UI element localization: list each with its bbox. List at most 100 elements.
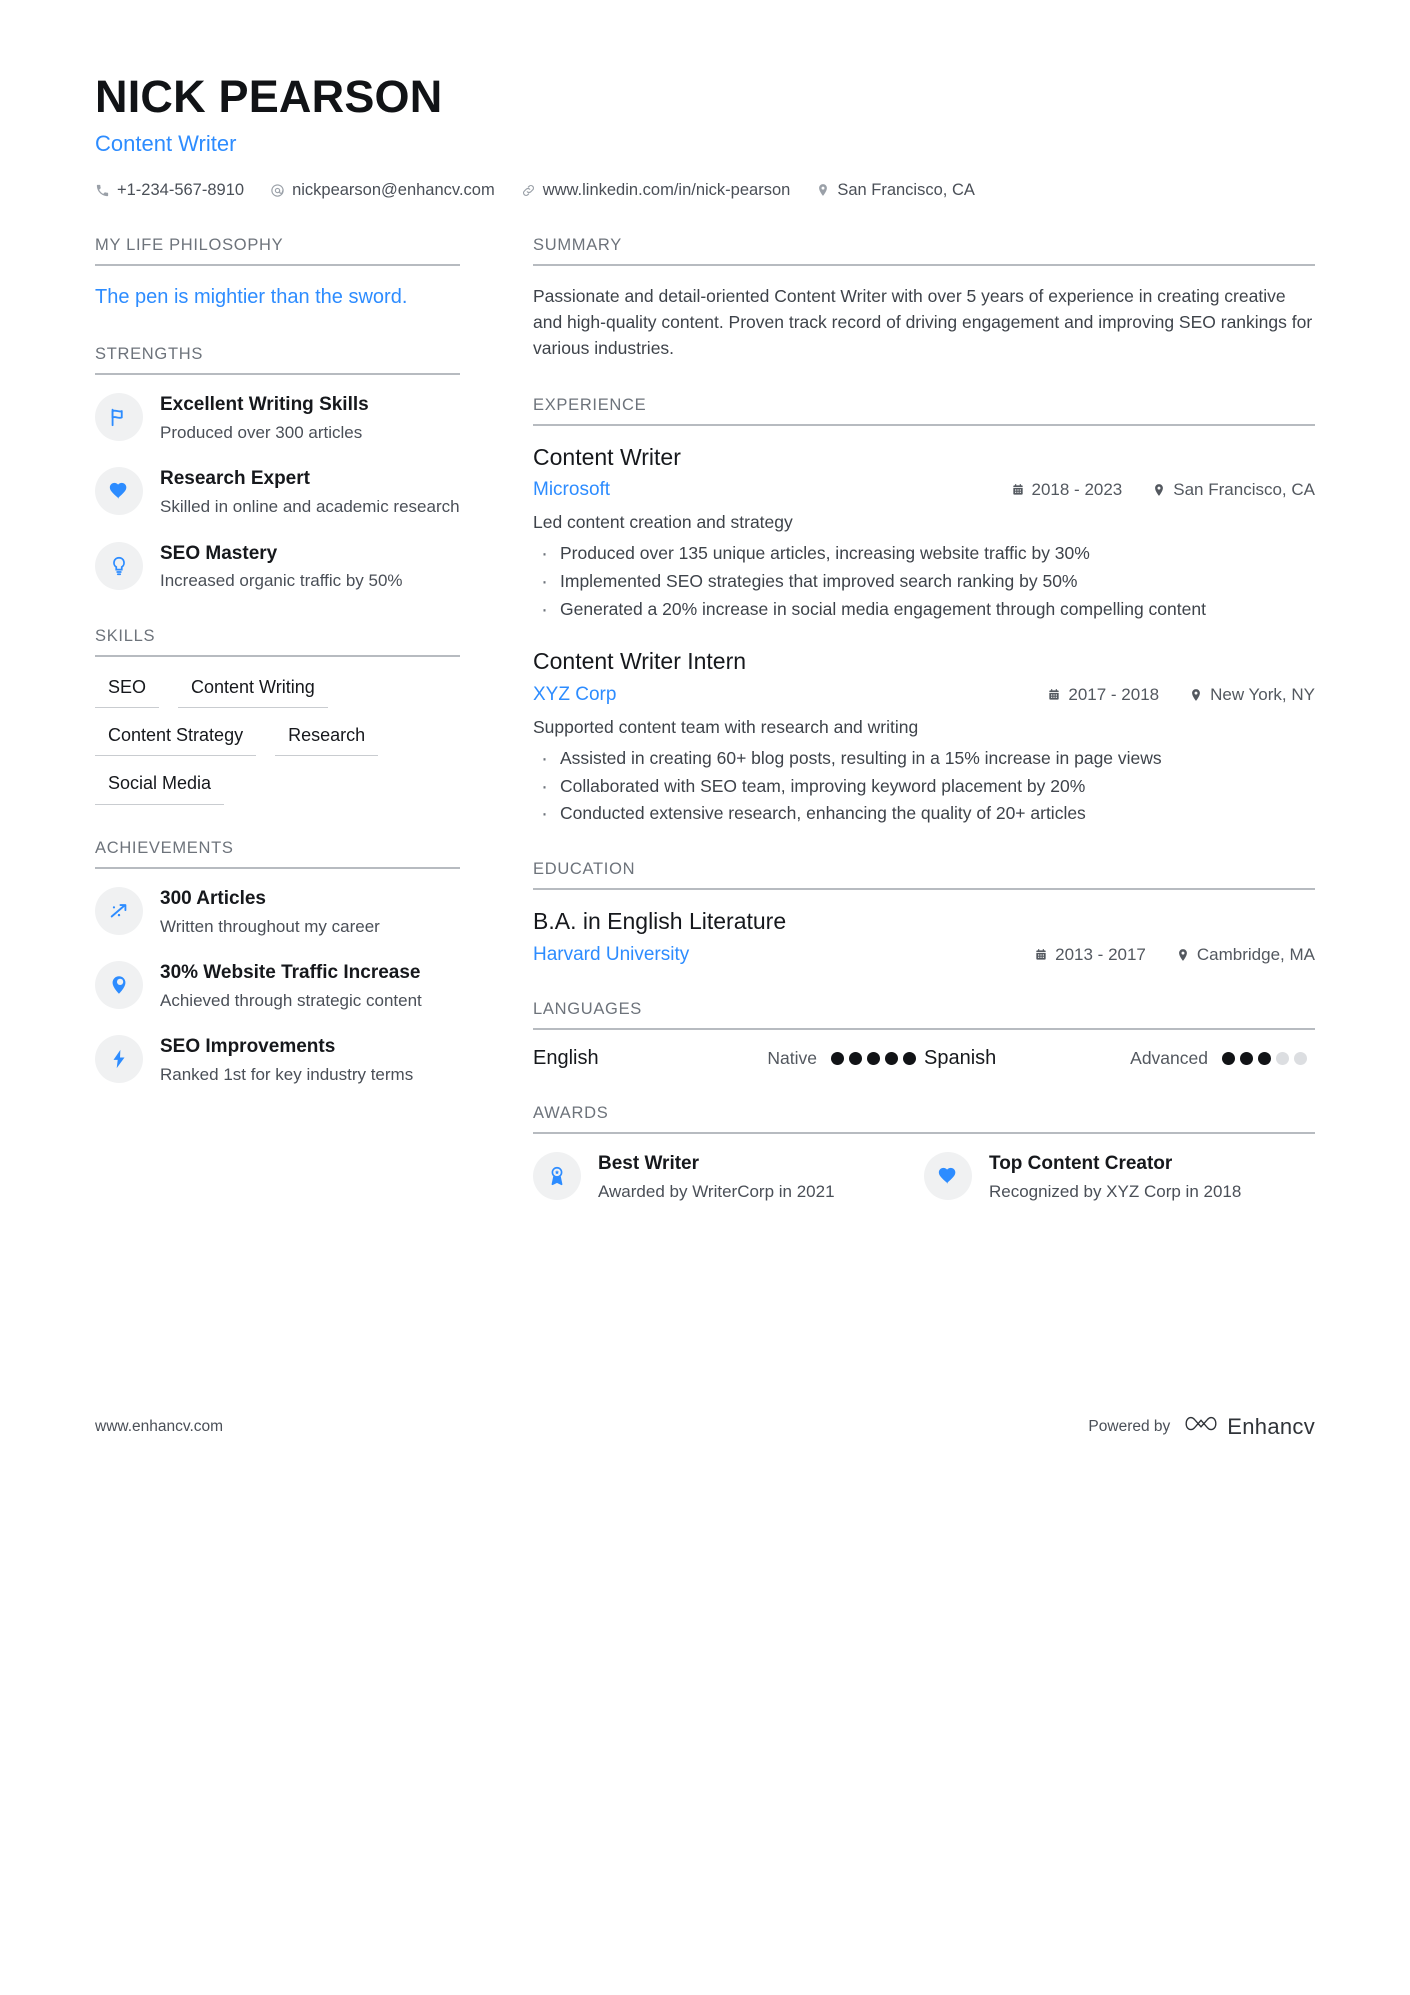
skill-tag: Content Strategy (95, 722, 257, 757)
strength-desc: Increased organic traffic by 50% (160, 571, 403, 591)
job-title: Content Writer (95, 130, 237, 156)
strength-item: SEO Mastery Increased organic traffic by… (95, 541, 460, 593)
education-location: Cambridge, MA (1176, 945, 1315, 965)
experience-location-text: San Francisco, CA (1173, 480, 1315, 500)
skill-tag: Social Media (95, 770, 225, 805)
award-item: Best Writer Awarded by WriterCorp in 202… (533, 1151, 924, 1203)
section-experience: EXPERIENCE Content Writer Microsoft 2018… (533, 396, 1315, 829)
page-title: NICK PEARSON (95, 71, 443, 122)
map-pin-icon (95, 961, 143, 1010)
section-skills: SKILLS SEO Content Writing Content Strat… (95, 627, 460, 805)
experience-location-text: New York, NY (1210, 685, 1315, 705)
education-entry: B.A. in English Literature Harvard Unive… (533, 907, 1315, 966)
language-item: English Native (533, 1047, 924, 1070)
achievement-desc: Achieved through strategic content (160, 990, 422, 1010)
award-item: Top Content Creator Recognized by XYZ Co… (924, 1151, 1315, 1203)
enhancv-wordmark: Enhancv (1227, 1413, 1315, 1439)
rating-dot (867, 1051, 880, 1065)
experience-summary: Supported content team with research and… (533, 717, 919, 738)
experience-company[interactable]: Microsoft (533, 479, 610, 501)
experience-entry: Content Writer Microsoft 2018 - 2023 San… (533, 443, 1315, 625)
bullet-item: Conducted extensive research, enhancing … (533, 799, 1315, 829)
language-item: Spanish Advanced (924, 1047, 1315, 1070)
education-dates: 2013 - 2017 (1034, 945, 1146, 965)
ribbon-icon (533, 1151, 581, 1200)
rating-dot (1240, 1051, 1253, 1065)
bullet-item: Implemented SEO strategies that improved… (533, 567, 1315, 597)
section-awards: AWARDS Best Writer Awarded by WriterCorp… (533, 1104, 1315, 1203)
achievement-title: 300 Articles (160, 887, 266, 909)
section-title-philosophy: MY LIFE PHILOSOPHY (95, 236, 460, 266)
section-languages: LANGUAGES English Native Spanish Advance… (533, 1000, 1315, 1070)
location-icon (1152, 483, 1166, 497)
powered-by: Powered by Enhancv (1088, 1413, 1315, 1440)
section-title-awards: AWARDS (533, 1104, 1315, 1134)
strength-desc: Produced over 300 articles (160, 422, 363, 442)
bullet-item: Collaborated with SEO team, improving ke… (533, 772, 1315, 802)
education-location-text: Cambridge, MA (1196, 944, 1315, 964)
award-desc: Awarded by WriterCorp in 2021 (598, 1181, 835, 1201)
skills-list: SEO Content Writing Content Strategy Res… (95, 674, 460, 805)
calendar-icon (1034, 948, 1048, 962)
experience-entry: Content Writer Intern XYZ Corp 2017 - 20… (533, 647, 1315, 829)
email-icon (270, 183, 285, 198)
experience-summary: Led content creation and strategy (533, 512, 793, 533)
link-icon (521, 183, 536, 198)
experience-company[interactable]: XYZ Corp (533, 684, 616, 706)
rating-dot (1222, 1051, 1235, 1065)
contact-phone[interactable]: +1-234-567-8910 (95, 181, 244, 200)
contact-row: +1-234-567-8910 nickpearson@enhancv.com … (95, 181, 1315, 200)
trend-up-icon (95, 886, 143, 935)
language-rating-dots (831, 1051, 916, 1065)
skill-tag: SEO (95, 674, 160, 709)
achievement-title: 30% Website Traffic Increase (160, 962, 421, 984)
experience-bullets: Produced over 135 unique articles, incre… (533, 539, 1315, 625)
strength-title: SEO Mastery (160, 542, 278, 564)
section-title-skills: SKILLS (95, 627, 460, 657)
language-rating-dots (1222, 1051, 1307, 1065)
strength-title: Excellent Writing Skills (160, 394, 369, 416)
award-title: Top Content Creator (989, 1152, 1173, 1174)
language-level: Native (767, 1047, 817, 1068)
contact-email[interactable]: nickpearson@enhancv.com (270, 181, 495, 200)
location-icon (1189, 688, 1203, 702)
experience-dates: 2017 - 2018 (1047, 685, 1159, 705)
language-name: English (533, 1046, 599, 1069)
bullet-item: Produced over 135 unique articles, incre… (533, 539, 1315, 569)
section-achievements: ACHIEVEMENTS 300 Articles Written throug… (95, 839, 460, 1086)
experience-dates-text: 2018 - 2023 (1031, 480, 1123, 500)
rating-dot (1276, 1051, 1289, 1065)
award-desc: Recognized by XYZ Corp in 2018 (989, 1181, 1242, 1201)
left-column: MY LIFE PHILOSOPHY The pen is mightier t… (95, 236, 460, 1120)
skill-tag: Content Writing (178, 674, 328, 709)
bullet-item: Assisted in creating 60+ blog posts, res… (533, 744, 1315, 774)
achievement-item: 30% Website Traffic Increase Achieved th… (95, 960, 460, 1012)
resume-page: NICK PEARSON Content Writer +1-234-567-8… (0, 0, 1410, 1995)
experience-role: Content Writer Intern (533, 648, 747, 675)
rating-dot (831, 1051, 844, 1065)
powered-by-label: Powered by (1088, 1417, 1171, 1435)
rating-dot (849, 1051, 862, 1065)
section-title-education: EDUCATION (533, 860, 1315, 891)
bullet-item: Generated a 20% increase in social media… (533, 595, 1315, 625)
education-dates-text: 2013 - 2017 (1055, 944, 1146, 964)
footer-url[interactable]: www.enhancv.com (95, 1418, 223, 1436)
calendar-icon (1047, 688, 1061, 702)
language-name: Spanish (924, 1046, 997, 1069)
strength-desc: Skilled in online and academic research (160, 497, 460, 517)
rating-dot (885, 1051, 898, 1065)
contact-phone-text: +1-234-567-8910 (117, 180, 245, 199)
enhancv-brand[interactable]: Enhancv (1184, 1413, 1315, 1440)
experience-location: San Francisco, CA (1152, 480, 1315, 500)
phone-icon (95, 183, 110, 198)
contact-linkedin[interactable]: www.linkedin.com/in/nick-pearson (521, 181, 790, 200)
section-philosophy: MY LIFE PHILOSOPHY The pen is mightier t… (95, 236, 460, 311)
education-school[interactable]: Harvard University (533, 944, 689, 966)
right-column: SUMMARY Passionate and detail-oriented C… (533, 236, 1315, 1237)
section-title-achievements: ACHIEVEMENTS (95, 839, 460, 869)
location-icon (816, 183, 830, 197)
lightning-bolt-icon (95, 1035, 143, 1084)
experience-bullets: Assisted in creating 60+ blog posts, res… (533, 744, 1315, 829)
section-summary: SUMMARY Passionate and detail-oriented C… (533, 236, 1315, 362)
calendar-icon (1011, 483, 1025, 497)
